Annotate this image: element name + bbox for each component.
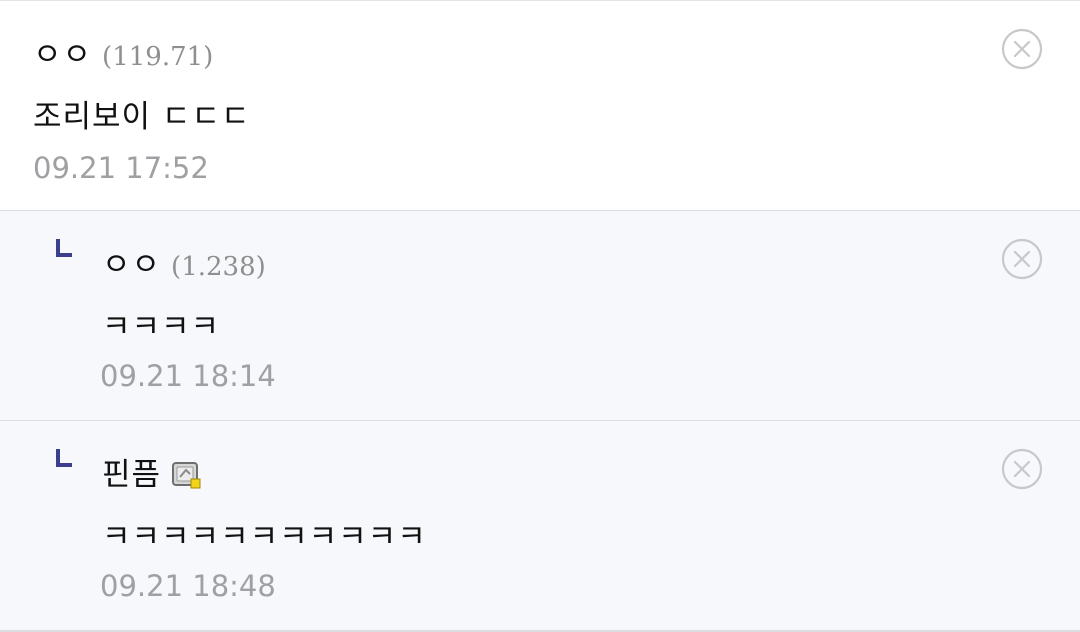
comment-body: 조리보이 ㄷㄷㄷ [33, 99, 251, 135]
circle-x-icon [1001, 28, 1043, 70]
reply-timestamp: 09.21 18:14 [100, 359, 276, 393]
delete-reply-button[interactable] [1001, 238, 1043, 280]
gallery-nickname-icon [171, 461, 203, 495]
comment-author-line: ㅇㅇ (119.71) [33, 29, 213, 74]
reply-author-line: ㅇㅇ (1.238) [102, 239, 266, 284]
comment-item: ㅇㅇ (119.71) 조리보이 ㄷㄷㄷ 09.21 17:52 [0, 0, 1080, 211]
reply-body: ㅋㅋㅋㅋㅋㅋㅋㅋㅋㅋㅋ [102, 519, 427, 555]
circle-x-icon [1001, 448, 1043, 490]
reply-author[interactable]: 핀픔 [102, 457, 161, 493]
reply-item: 핀픔 ㅋㅋㅋㅋㅋㅋㅋㅋㅋㅋㅋ 09.21 18:48 [0, 420, 1080, 632]
reply-author[interactable]: ㅇㅇ [102, 247, 161, 283]
comment-list: ㅇㅇ (119.71) 조리보이 ㄷㄷㄷ 09.21 17:52 ㅇㅇ (1.238… [0, 0, 1080, 632]
reply-author-line: 핀픔 [102, 449, 203, 498]
reply-timestamp: 09.21 18:48 [100, 569, 276, 603]
reply-item: ㅇㅇ (1.238) ㅋㅋㅋㅋ 09.21 18:14 [0, 210, 1080, 420]
comment-author[interactable]: ㅇㅇ [33, 37, 92, 73]
comment-timestamp: 09.21 17:52 [33, 151, 209, 185]
reply-arrow-icon [56, 449, 72, 467]
reply-arrow-icon [56, 239, 72, 257]
reply-body: ㅋㅋㅋㅋ [102, 309, 221, 345]
comment-ip: (119.71) [102, 42, 214, 72]
delete-comment-button[interactable] [1001, 28, 1043, 70]
circle-x-icon [1001, 238, 1043, 280]
reply-ip: (1.238) [171, 252, 266, 282]
delete-reply-button[interactable] [1001, 448, 1043, 490]
